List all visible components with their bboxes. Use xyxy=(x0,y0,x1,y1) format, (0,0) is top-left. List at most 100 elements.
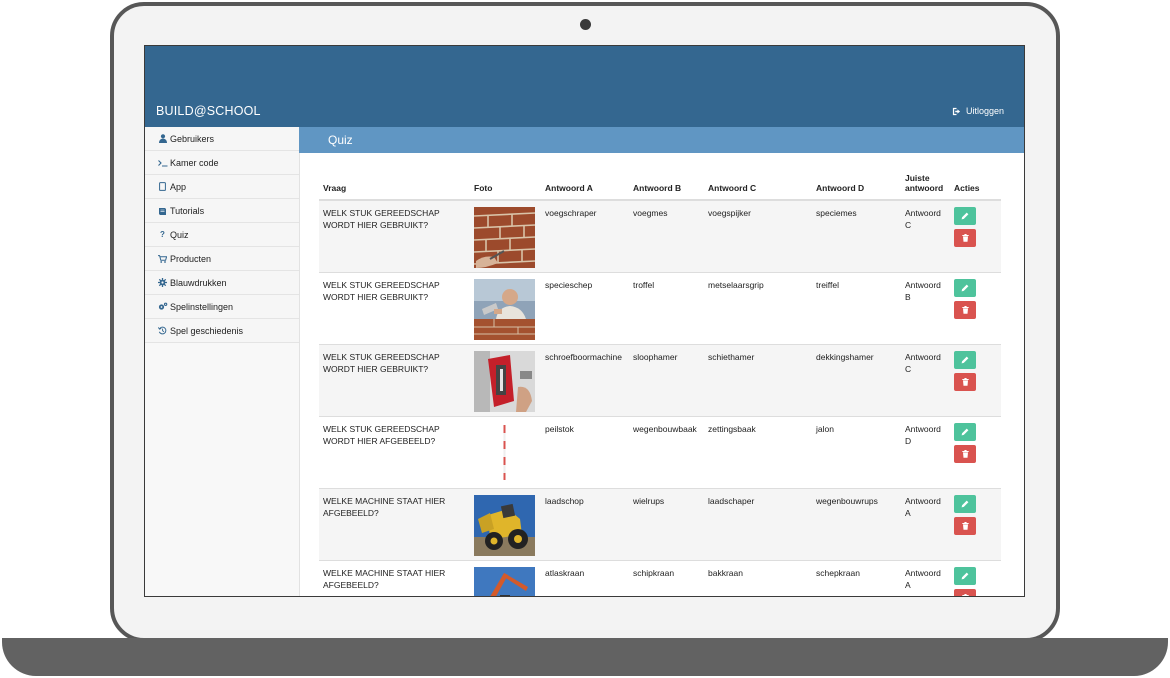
sidebar-item-blauwdrukken[interactable]: Blauwdrukken xyxy=(145,271,299,295)
camera-icon xyxy=(580,19,591,30)
table-row: WELK STUK GEREEDSCHAP WORDT HIER GEBRUIK… xyxy=(319,344,1001,417)
trash-icon xyxy=(961,594,969,596)
delete-button[interactable] xyxy=(954,301,976,319)
cell-antwoord-d: wegenbouwrups xyxy=(812,488,901,561)
cell-antwoord-d: jalon xyxy=(812,416,901,489)
cell-antwoord-a: atlaskraan xyxy=(541,560,629,596)
cell-antwoord-d: dekkingshamer xyxy=(812,344,901,417)
tablet-icon xyxy=(157,182,168,191)
col-header-foto: Foto xyxy=(470,173,541,201)
cell-antwoord-a: specieschep xyxy=(541,272,629,345)
brick-wall-tool-photo xyxy=(474,207,535,268)
sidebar-item-label: Quiz xyxy=(170,229,189,240)
book-icon xyxy=(157,207,168,215)
history-icon xyxy=(157,326,168,335)
delete-button[interactable] xyxy=(954,229,976,247)
sidebar-item-label: Kamer code xyxy=(170,157,219,168)
sidebar-item-app[interactable]: App xyxy=(145,175,299,199)
table-row: WELK STUK GEREEDSCHAP WORDT HIER GEBRUIK… xyxy=(319,272,1001,345)
cell-antwoord-a: peilstok xyxy=(541,416,629,489)
page-title: Quiz xyxy=(299,127,1024,153)
cell-antwoord-b: troffel xyxy=(629,272,704,345)
cell-vraag: WELK STUK GEREEDSCHAP WORDT HIER GEBRUIK… xyxy=(319,344,470,417)
sidebar: Gebruikers Kamer code App Tutorials ? Qu… xyxy=(145,127,300,596)
table-row: WELKE MACHINE STAAT HIER AFGEBEELD? atla… xyxy=(319,560,1001,596)
sidebar-item-tutorials[interactable]: Tutorials xyxy=(145,199,299,223)
sidebar-item-spel-geschiedenis[interactable]: Spel geschiedenis xyxy=(145,319,299,343)
delete-button[interactable] xyxy=(954,517,976,535)
cell-antwoord-c: voegspijker xyxy=(704,199,812,273)
sidebar-item-label: Spel geschiedenis xyxy=(170,325,244,336)
main-content: Quiz Vraag Foto Antwoord A Antwoord B An… xyxy=(299,127,1024,596)
cell-antwoord-d: schepkraan xyxy=(812,560,901,596)
trash-icon xyxy=(961,234,969,242)
question-icon: ? xyxy=(160,230,165,239)
sidebar-item-spelinstellingen[interactable]: Spelinstellingen xyxy=(145,295,299,319)
cell-antwoord-b: schipkraan xyxy=(629,560,704,596)
cell-antwoord-c: zettingsbaak xyxy=(704,416,812,489)
col-header-antwoord-d: Antwoord D xyxy=(812,173,901,201)
app-screen: BUILD@SCHOOL Uitloggen Gebruikers Kamer … xyxy=(144,45,1025,597)
edit-button[interactable] xyxy=(954,207,976,225)
pencil-icon xyxy=(961,428,969,436)
logout-button[interactable]: Uitloggen xyxy=(952,106,1004,116)
col-header-juiste-antwoord: Juiste antwoord xyxy=(901,173,950,201)
sidebar-item-kamer-code[interactable]: Kamer code xyxy=(145,151,299,175)
pencil-icon xyxy=(961,500,969,508)
sidebar-item-label: Producten xyxy=(170,253,212,264)
cell-antwoord-d: speciemes xyxy=(812,199,901,273)
cell-antwoord-b: wielrups xyxy=(629,488,704,561)
cell-juiste-antwoord: Antwoord B xyxy=(901,272,950,345)
edit-button[interactable] xyxy=(954,351,976,369)
edit-button[interactable] xyxy=(954,279,976,297)
col-header-acties: Acties xyxy=(950,173,1001,201)
sidebar-item-quiz[interactable]: ? Quiz xyxy=(145,223,299,247)
cell-juiste-antwoord: Antwoord A xyxy=(901,488,950,561)
sidebar-item-gebruikers[interactable]: Gebruikers xyxy=(145,127,299,151)
user-icon xyxy=(157,134,168,143)
surveyor-pole-photo xyxy=(474,423,535,484)
cell-juiste-antwoord: Antwoord C xyxy=(901,199,950,273)
sidebar-item-label: Blauwdrukken xyxy=(170,277,227,288)
col-header-antwoord-c: Antwoord C xyxy=(704,173,812,201)
trash-icon xyxy=(961,522,969,530)
col-header-antwoord-a: Antwoord A xyxy=(541,173,629,201)
edit-button[interactable] xyxy=(954,567,976,585)
trash-icon xyxy=(961,306,969,314)
delete-button[interactable] xyxy=(954,445,976,463)
sidebar-item-producten[interactable]: Producten xyxy=(145,247,299,271)
mason-with-trowel-photo xyxy=(474,279,535,340)
edit-button[interactable] xyxy=(954,423,976,441)
pencil-icon xyxy=(961,284,969,292)
logout-icon xyxy=(952,107,961,115)
cell-juiste-antwoord: Antwoord D xyxy=(901,416,950,489)
cell-antwoord-c: schiethamer xyxy=(704,344,812,417)
quiz-table: Vraag Foto Antwoord A Antwoord B Antwoor… xyxy=(319,173,1001,596)
cart-icon xyxy=(157,254,168,263)
cell-vraag: WELKE MACHINE STAAT HIER AFGEBEELD? xyxy=(319,560,470,596)
delete-button[interactable] xyxy=(954,589,976,596)
cell-antwoord-d: treiffel xyxy=(812,272,901,345)
cell-juiste-antwoord: Antwoord A xyxy=(901,560,950,596)
cell-vraag: WELKE MACHINE STAAT HIER AFGEBEELD? xyxy=(319,488,470,561)
cell-vraag: WELK STUK GEREEDSCHAP WORDT HIER GEBRUIK… xyxy=(319,199,470,273)
pencil-icon xyxy=(961,572,969,580)
col-header-vraag: Vraag xyxy=(319,173,470,201)
laptop-base xyxy=(2,638,1168,676)
table-row: WELK STUK GEREEDSCHAP WORDT HIER GEBRUIK… xyxy=(319,199,1001,273)
wheel-loader-photo xyxy=(474,495,535,556)
col-header-antwoord-b: Antwoord B xyxy=(629,173,704,201)
cell-antwoord-b: voegmes xyxy=(629,199,704,273)
cell-antwoord-c: bakkraan xyxy=(704,560,812,596)
edit-button[interactable] xyxy=(954,495,976,513)
terminal-icon xyxy=(157,159,168,167)
nail-gun-photo xyxy=(474,351,535,412)
cell-antwoord-b: sloophamer xyxy=(629,344,704,417)
brand-logo[interactable]: BUILD@SCHOOL xyxy=(156,104,261,118)
sidebar-item-label: App xyxy=(170,181,187,192)
table-row: WELKE MACHINE STAAT HIER AFGEBEELD? laad… xyxy=(319,488,1001,561)
top-navbar: BUILD@SCHOOL Uitloggen xyxy=(145,46,1024,127)
sidebar-item-label: Gebruikers xyxy=(170,133,215,144)
delete-button[interactable] xyxy=(954,373,976,391)
table-row: WELK STUK GEREEDSCHAP WORDT HIER AFGEBEE… xyxy=(319,416,1001,489)
